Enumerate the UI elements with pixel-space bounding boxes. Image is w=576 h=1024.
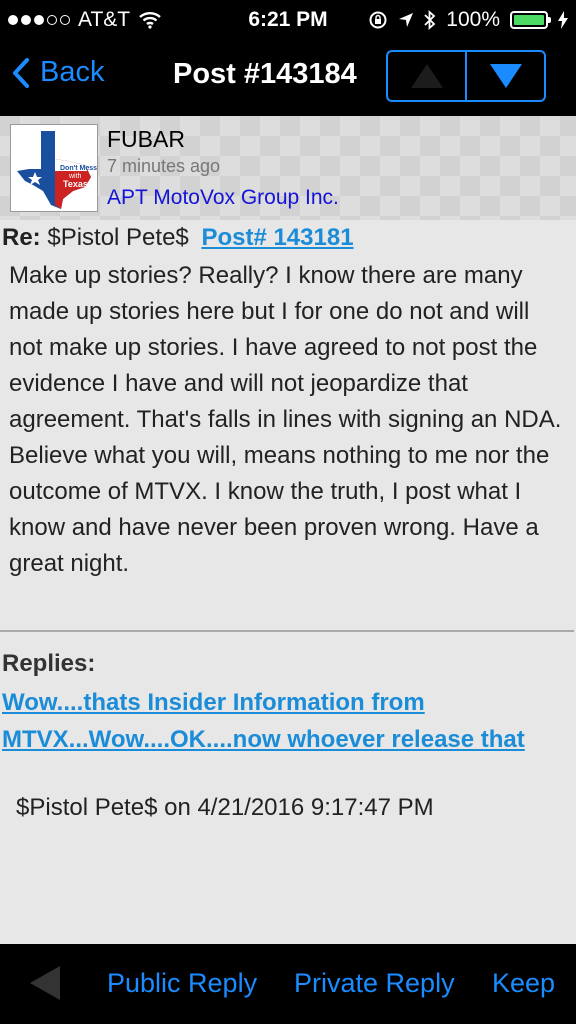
reply-meta: $Pistol Pete$ on 4/21/2016 9:17:47 PM <box>16 794 434 821</box>
back-button[interactable]: Back <box>12 56 104 89</box>
status-right-group: 100% <box>368 8 568 32</box>
private-reply-button[interactable]: Private Reply <box>294 968 455 999</box>
battery-level <box>514 15 544 25</box>
avatar-text-1: Don't Mess <box>60 165 97 172</box>
battery-percent: 100% <box>446 8 500 31</box>
replies-heading: Replies: <box>2 650 96 677</box>
post-body: Re: $Pistol Pete$ Post# 143181 Make up s… <box>0 220 576 944</box>
re-author: $Pistol Pete$ <box>47 224 189 251</box>
location-icon <box>399 13 414 27</box>
avatar-text-3: Texas <box>63 179 88 189</box>
status-bar: AT&T 6:21 PM 100% <box>0 0 576 40</box>
arrow-up-icon <box>410 64 443 88</box>
bottom-toolbar: Public Reply Private Reply Keep <box>0 944 576 1024</box>
divider <box>0 630 574 632</box>
reply-title-link[interactable]: Wow....thats Insider Information from MT… <box>2 684 574 758</box>
author-name[interactable]: FUBAR <box>107 126 185 153</box>
avatar[interactable]: Don't Mess with Texas <box>10 124 98 212</box>
keep-button[interactable]: Keep <box>492 968 555 999</box>
toolbar-back-icon[interactable] <box>30 966 60 1000</box>
page-title: Post #143184 <box>173 58 357 90</box>
bluetooth-icon <box>424 10 436 30</box>
in-reply-to-line: Re: $Pistol Pete$ Post# 143181 <box>2 224 354 252</box>
post-navigation-segmented-control <box>386 50 546 102</box>
previous-post-button[interactable] <box>388 52 465 100</box>
parent-post-link[interactable]: Post# 143181 <box>201 224 353 251</box>
back-label: Back <box>40 56 105 88</box>
author-header: Don't Mess with Texas FUBAR 7 minutes ag… <box>0 116 576 220</box>
post-timestamp: 7 minutes ago <box>107 156 221 176</box>
re-label: Re: <box>2 224 41 251</box>
rotation-lock-icon <box>369 11 387 29</box>
charging-icon <box>558 11 568 29</box>
public-reply-button[interactable]: Public Reply <box>107 968 257 999</box>
texas-flag-map-icon: Don't Mess with Texas <box>11 125 97 211</box>
battery-icon <box>510 11 551 29</box>
company-link[interactable]: APT MotoVox Group Inc. <box>107 186 339 210</box>
post-message: Make up stories? Really? I know there ar… <box>9 262 562 577</box>
next-post-button[interactable] <box>465 52 544 100</box>
arrow-down-icon <box>489 64 522 88</box>
navigation-bar: Back Post #143184 <box>0 40 576 116</box>
chevron-left-icon <box>13 57 29 88</box>
